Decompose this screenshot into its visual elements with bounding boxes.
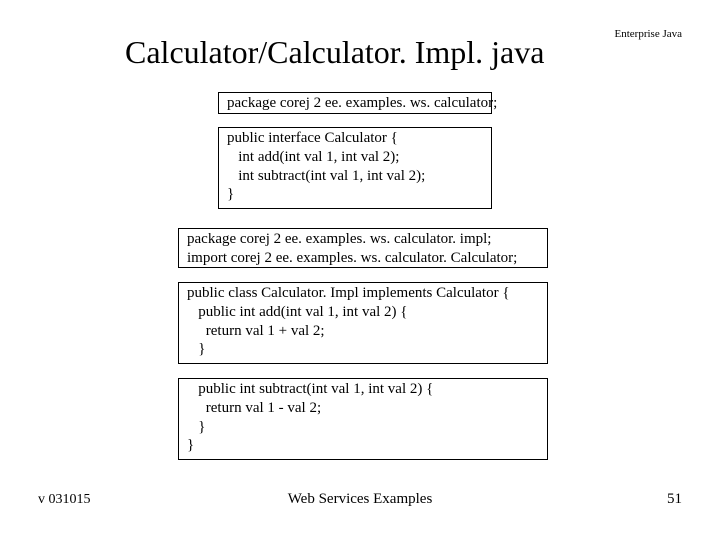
footer-title: Web Services Examples xyxy=(0,491,720,508)
slide-title: Calculator/Calculator. Impl. java xyxy=(125,34,544,71)
code-block-package-impl: package corej 2 ee. examples. ws. calcul… xyxy=(178,228,548,268)
code-block-impl-subtract: public int subtract(int val 1, int val 2… xyxy=(178,378,548,460)
code-block-impl-add: public class Calculator. Impl implements… xyxy=(178,282,548,364)
header-label: Enterprise Java xyxy=(615,28,683,40)
code-block-package-interface: package corej 2 ee. examples. ws. calcul… xyxy=(218,92,492,114)
code-block-interface: public interface Calculator { int add(in… xyxy=(218,127,492,209)
footer-page-number: 51 xyxy=(667,491,682,508)
